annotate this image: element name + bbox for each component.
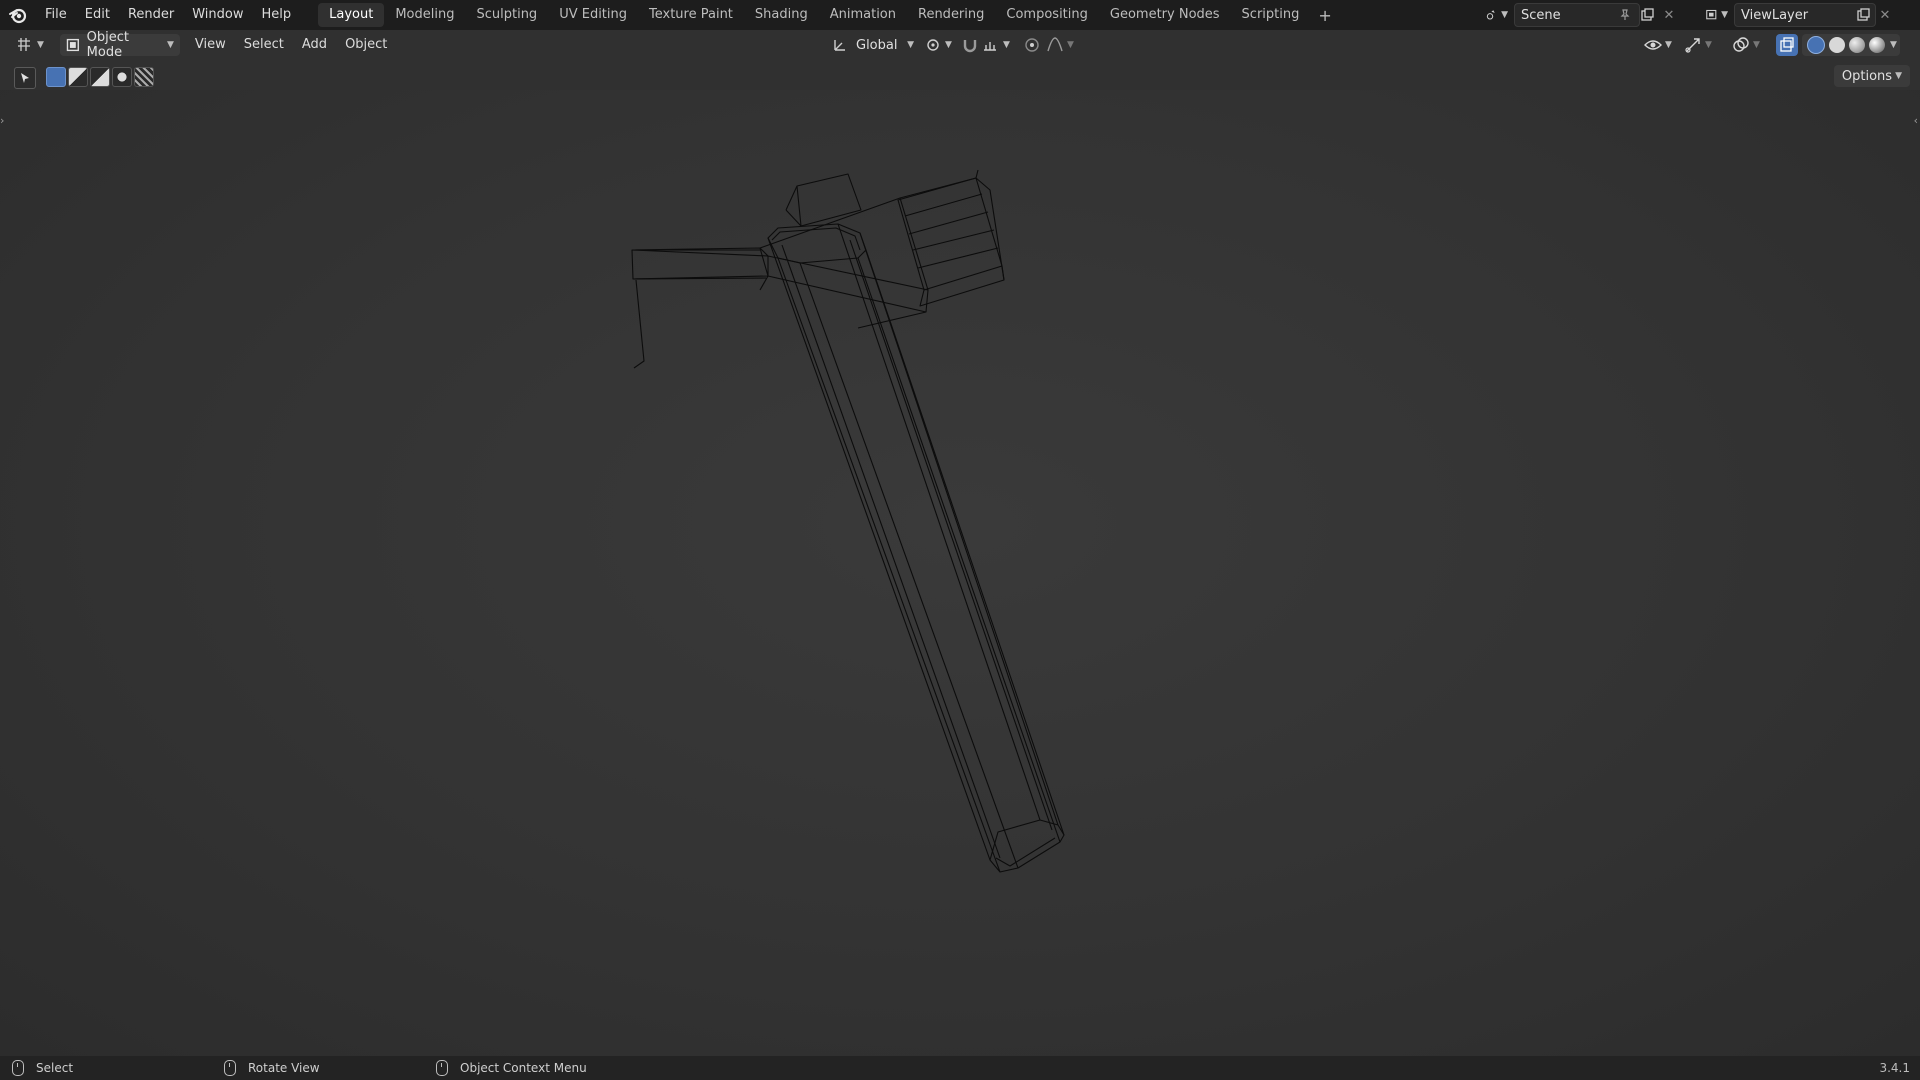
- extend-selection-icon[interactable]: [68, 67, 88, 87]
- new-scene-icon[interactable]: [1636, 4, 1658, 26]
- menu-render[interactable]: Render: [119, 0, 183, 30]
- menu-edit[interactable]: Edit: [76, 0, 119, 30]
- mode-dropdown[interactable]: Object Mode ▼: [59, 30, 180, 60]
- new-view-layer-icon[interactable]: [1852, 4, 1874, 26]
- view-layer-selector: ▼ ViewLayer ✕: [1706, 3, 1896, 27]
- top-bar: File Edit Render Window Help Layout Mode…: [0, 0, 1920, 30]
- cursor-icon: [21, 73, 29, 83]
- chevron-down-icon: ▼: [167, 40, 174, 50]
- intersect-selection-icon[interactable]: [134, 67, 154, 87]
- shading-options-chevron[interactable]: ▼: [1890, 40, 1897, 50]
- proportional-editing[interactable]: ▼: [1018, 34, 1080, 56]
- mouse-middle-icon: [224, 1060, 236, 1076]
- menu-window[interactable]: Window: [183, 0, 252, 30]
- editor-type-button[interactable]: ▼: [10, 34, 50, 56]
- menu-help[interactable]: Help: [253, 0, 301, 30]
- shading-mode-group: ▼: [1802, 34, 1900, 56]
- status-select: Select: [12, 1056, 73, 1080]
- mouse-right-icon: [436, 1060, 448, 1076]
- selection-mode-group: [46, 67, 156, 87]
- set-new-selection-icon[interactable]: [46, 67, 66, 87]
- gizmo-icon: [1685, 38, 1700, 53]
- orientation-dropdown[interactable]: Global ▼: [826, 34, 920, 56]
- tab-animation[interactable]: Animation: [819, 3, 907, 27]
- mouse-left-icon: [12, 1060, 24, 1076]
- tab-rendering[interactable]: Rendering: [907, 3, 995, 27]
- tab-sculpting[interactable]: Sculpting: [465, 3, 548, 27]
- subtract-selection-icon[interactable]: [90, 67, 110, 87]
- menu-file[interactable]: File: [36, 0, 76, 30]
- proportional-edit-icon: [1025, 38, 1039, 52]
- orientation-label: Global: [856, 37, 898, 53]
- pivot-point-dropdown[interactable]: ▼: [918, 34, 958, 56]
- falloff-curve-icon: [1047, 37, 1063, 52]
- status-bar: Select Rotate View Object Context Menu 3…: [0, 1056, 1920, 1080]
- options-label: Options: [1841, 68, 1893, 84]
- mode-label: Object Mode: [86, 30, 129, 60]
- eye-icon: [1644, 40, 1662, 50]
- status-rotate: Rotate View: [224, 1056, 320, 1080]
- pivot-icon: [927, 39, 939, 51]
- select-tool-button[interactable]: [14, 67, 36, 89]
- overlays-icon: [1733, 37, 1749, 52]
- tab-texture-paint[interactable]: Texture Paint: [638, 3, 744, 27]
- delete-view-layer-icon[interactable]: ✕: [1874, 4, 1896, 26]
- wireframe-shading-icon[interactable]: [1807, 36, 1825, 54]
- menu-view[interactable]: View: [186, 30, 235, 60]
- blender-logo-icon[interactable]: [8, 5, 28, 25]
- menu-object[interactable]: Object: [336, 30, 396, 60]
- 3d-viewport[interactable]: › ‹: [0, 90, 1920, 1056]
- tab-uv-editing[interactable]: UV Editing: [548, 3, 638, 27]
- status-select-label: Select: [36, 1061, 74, 1075]
- tab-modeling[interactable]: Modeling: [384, 3, 465, 27]
- magnet-icon: [963, 40, 977, 53]
- invert-selection-icon[interactable]: [112, 67, 132, 87]
- version-label: 3.4.1: [1879, 1061, 1910, 1075]
- tab-layout[interactable]: Layout: [318, 3, 385, 27]
- gizmo-dropdown[interactable]: ▼: [1678, 34, 1718, 56]
- object-mode-icon: [66, 38, 79, 52]
- scene-name: Scene: [1521, 7, 1561, 23]
- options-dropdown[interactable]: Options ▼: [1833, 65, 1910, 87]
- status-context-label: Object Context Menu: [460, 1061, 587, 1075]
- add-workspace-button[interactable]: +: [1310, 6, 1339, 25]
- snap-increment-icon: [984, 42, 996, 51]
- tab-scripting[interactable]: Scripting: [1231, 3, 1311, 27]
- delete-scene-icon[interactable]: ✕: [1658, 4, 1680, 26]
- view-layer-name: ViewLayer: [1741, 7, 1809, 23]
- overlays-dropdown[interactable]: ▼: [1726, 34, 1766, 56]
- scene-selector: ▼ Scene ✕: [1486, 3, 1680, 27]
- scene-icon[interactable]: ▼: [1486, 4, 1508, 26]
- material-preview-icon[interactable]: [1849, 37, 1865, 53]
- solid-shading-icon[interactable]: [1829, 37, 1845, 53]
- status-rotate-label: Rotate View: [248, 1061, 320, 1075]
- xray-toggle[interactable]: [1776, 34, 1798, 56]
- hammer-wireframe[interactable]: [0, 90, 1920, 1056]
- viewport-header: ▼ Object Mode ▼ View Select Add Object G…: [0, 30, 1920, 60]
- status-context: Object Context Menu: [436, 1056, 587, 1080]
- transform-orientation-icon: [834, 40, 845, 51]
- tab-geometry-nodes[interactable]: Geometry Nodes: [1099, 3, 1231, 27]
- pin-icon[interactable]: [1614, 4, 1636, 26]
- rendered-shading-icon[interactable]: [1869, 37, 1885, 53]
- view-layer-icon[interactable]: ▼: [1706, 4, 1728, 26]
- editor-type-icon: [18, 38, 30, 51]
- snap-toggle[interactable]: ▼: [956, 34, 1016, 56]
- tab-shading[interactable]: Shading: [744, 3, 819, 27]
- tab-compositing[interactable]: Compositing: [995, 3, 1099, 27]
- menu-select[interactable]: Select: [235, 30, 293, 60]
- xray-icon: [1780, 37, 1794, 52]
- tool-settings-row: Options ▼: [0, 62, 1920, 92]
- visibility-dropdown[interactable]: ▼: [1638, 34, 1678, 56]
- menu-add[interactable]: Add: [293, 30, 336, 60]
